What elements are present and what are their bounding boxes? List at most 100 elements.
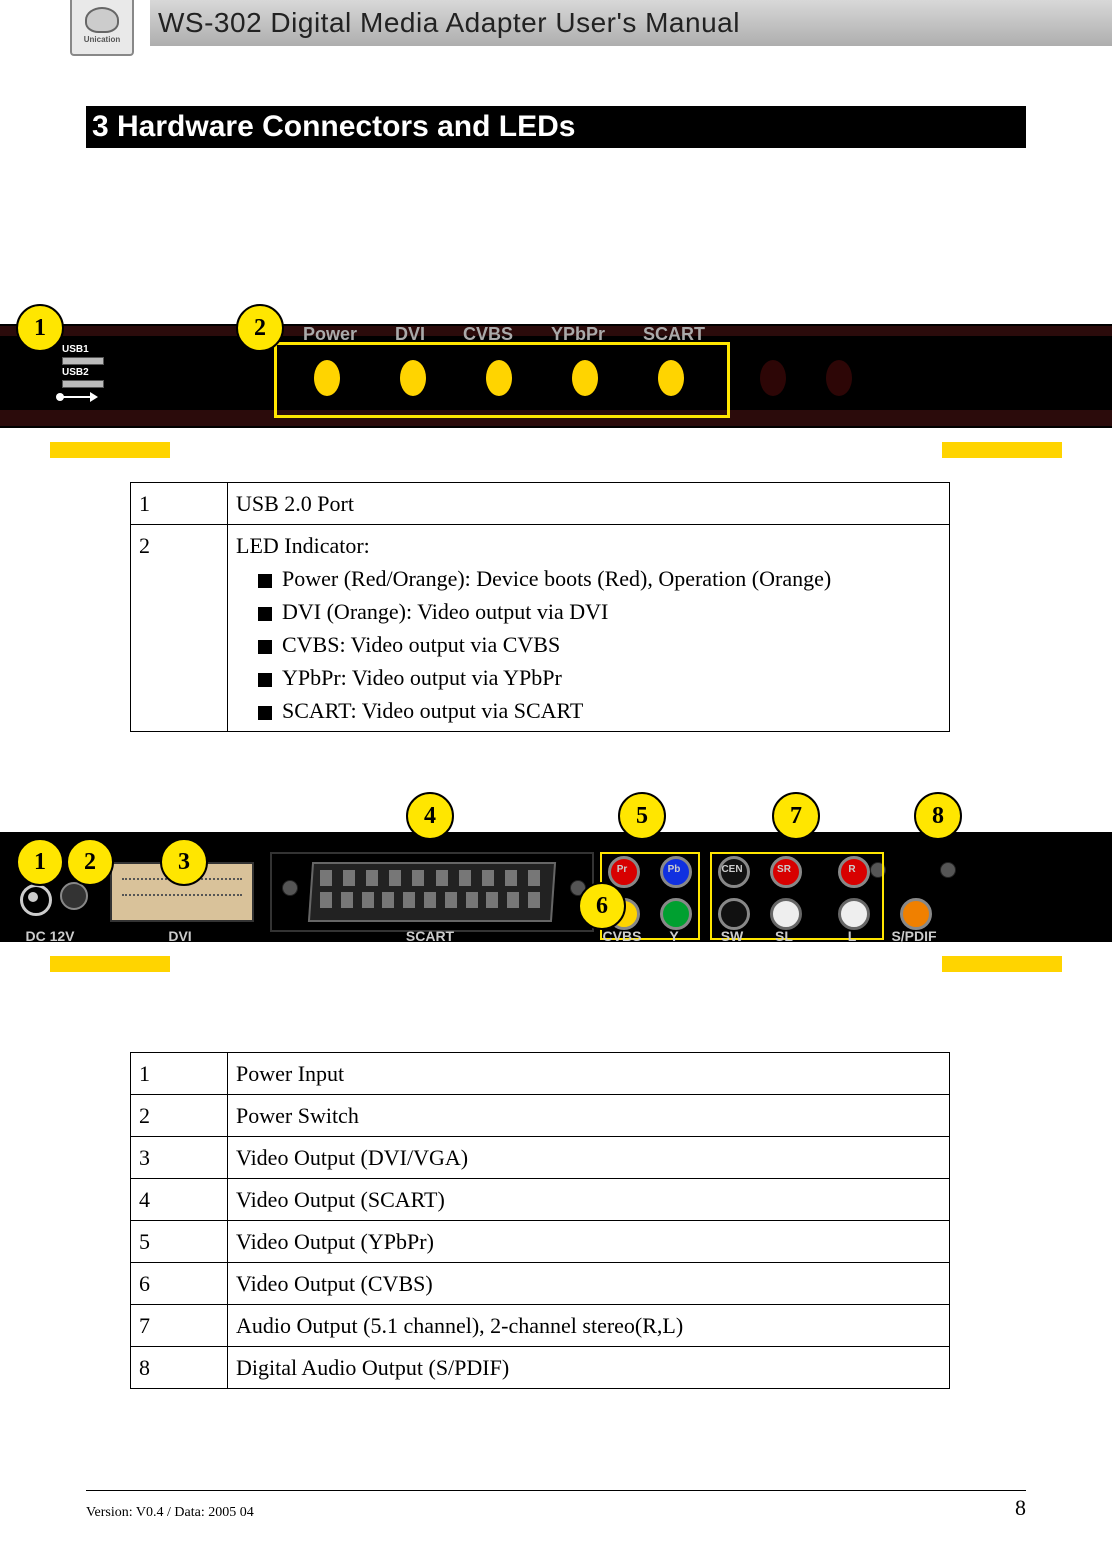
bullet-icon (258, 640, 272, 654)
callout-number: 4 (424, 803, 436, 830)
logo-icon (85, 7, 119, 33)
bullet-icon (258, 574, 272, 588)
bullet-text: CVBS: Video output via CVBS (282, 632, 560, 657)
callout-bubble: 4 (406, 792, 454, 840)
callout-number: 5 (636, 803, 648, 830)
table-row: 2 LED Indicator: Power (Red/Orange): Dev… (131, 525, 950, 732)
led-icon (400, 360, 426, 396)
callout-bubble: 1 (16, 838, 64, 886)
table-row: 5Video Output (YPbPr) (131, 1221, 950, 1263)
rear-panel-diagram: Pr Pb CEN SR R DC 12V DVI SCART CVBS Y S… (0, 792, 1112, 992)
table-cell-text: Power Input (228, 1053, 950, 1095)
device-foot-right (942, 956, 1062, 972)
led-icon (486, 360, 512, 396)
table-cell-text: USB 2.0 Port (228, 483, 950, 525)
callout-bubble: 2 (66, 838, 114, 886)
rca-sl-icon (770, 898, 802, 930)
led-intro: LED Indicator: (236, 533, 370, 558)
brand-logo: Unication (70, 0, 134, 56)
callout-number: 8 (932, 803, 944, 830)
table-cell-text: Audio Output (5.1 channel), 2-channel st… (228, 1305, 950, 1347)
table-cell-text: Video Output (DVI/VGA) (228, 1137, 950, 1179)
port-label: SR (777, 864, 791, 875)
callout-bubble: 6 (578, 882, 626, 930)
usb2-label: USB2 (62, 367, 104, 378)
bullet-text: DVI (Orange): Video output via DVI (282, 599, 608, 624)
table-cell-num: 6 (131, 1263, 228, 1305)
table-row: 4Video Output (SCART) (131, 1179, 950, 1221)
bullet-icon (258, 607, 272, 621)
scart-pin-row (320, 892, 540, 908)
table-row: 8Digital Audio Output (S/PDIF) (131, 1347, 950, 1389)
dc-center-icon (28, 892, 38, 902)
power-switch-icon (60, 882, 88, 910)
callout-bubble-1: 1 (16, 304, 64, 352)
bullet-text: SCART: Video output via SCART (282, 698, 583, 723)
table-cell-text: Power Switch (228, 1095, 950, 1137)
table-cell-text: Video Output (CVBS) (228, 1263, 950, 1305)
table-cell-num: 3 (131, 1137, 228, 1179)
table-row: 1Power Input (131, 1053, 950, 1095)
port-section-label: SW (721, 928, 744, 944)
rear-panel-table: 1Power Input 2Power Switch 3Video Output… (130, 1052, 950, 1389)
device-foot-left (50, 442, 170, 458)
chapter-title: 3 Hardware Connectors and LEDs (92, 110, 575, 143)
spdif-port-icon (900, 898, 932, 930)
table-cell-text: Digital Audio Output (S/PDIF) (228, 1347, 950, 1389)
chapter-heading: 3 Hardware Connectors and LEDs (86, 106, 1026, 148)
port-section-label: CVBS (603, 928, 642, 944)
port-section-label: SL (775, 928, 793, 944)
screw-icon (282, 880, 298, 896)
bullet-icon (258, 706, 272, 720)
bullet-icon (258, 673, 272, 687)
table-cell-num: 5 (131, 1221, 228, 1263)
table-cell-text: LED Indicator: Power (Red/Orange): Devic… (228, 525, 950, 732)
callout-number: 1 (34, 315, 46, 342)
callout-bubble: 7 (772, 792, 820, 840)
document-title: WS-302 Digital Media Adapter User's Manu… (158, 7, 740, 39)
table-cell-num: 1 (131, 483, 228, 525)
front-panel-table: 1 USB 2.0 Port 2 LED Indicator: Power (R… (130, 482, 950, 732)
table-cell-text: Video Output (SCART) (228, 1179, 950, 1221)
port-section-label: SCART (406, 928, 454, 944)
rca-l-icon (838, 898, 870, 930)
usb-port-group: USB1 USB2 (62, 344, 104, 402)
table-row: 1 USB 2.0 Port (131, 483, 950, 525)
port-section-label: DVI (168, 928, 191, 944)
port-section-label: L (848, 928, 857, 944)
port-label: R (848, 864, 855, 875)
callout-number: 1 (34, 849, 46, 876)
port-section-label: S/PDIF (891, 928, 936, 944)
page-number: 8 (1015, 1495, 1026, 1521)
table-row: 7Audio Output (5.1 channel), 2-channel s… (131, 1305, 950, 1347)
table-cell-num: 2 (131, 525, 228, 732)
usb-slot-icon (62, 380, 104, 388)
callout-number: 6 (596, 893, 608, 920)
led-row (284, 360, 714, 396)
table-row: 6Video Output (CVBS) (131, 1263, 950, 1305)
table-cell-num: 7 (131, 1305, 228, 1347)
table-cell-text: Video Output (YPbPr) (228, 1221, 950, 1263)
screw-icon (940, 862, 956, 878)
rca-y-icon (660, 898, 692, 930)
table-row: 3Video Output (DVI/VGA) (131, 1137, 950, 1179)
bullet-text: YPbPr: Video output via YPbPr (282, 665, 562, 690)
device-foot-left (50, 956, 170, 972)
page-footer: Version: V0.4 / Data: 2005 04 8 (86, 1490, 1026, 1521)
indicator-dot (760, 360, 786, 396)
callout-number: 3 (178, 849, 190, 876)
port-section-label: Y (669, 928, 678, 944)
usb-slot-icon (62, 357, 104, 365)
callout-bubble: 3 (160, 838, 208, 886)
table-cell-num: 1 (131, 1053, 228, 1095)
bullet-text: Power (Red/Orange): Device boots (Red), … (282, 566, 831, 591)
logo-text: Unication (84, 35, 120, 44)
scart-pin-row (320, 870, 540, 886)
device-foot-right (942, 442, 1062, 458)
port-label: Pr (617, 864, 628, 875)
callout-number: 2 (84, 849, 96, 876)
document-title-bar: WS-302 Digital Media Adapter User's Manu… (150, 0, 1112, 46)
led-icon (314, 360, 340, 396)
port-label: CEN (721, 864, 742, 875)
port-section-label: DC 12V (25, 928, 74, 944)
